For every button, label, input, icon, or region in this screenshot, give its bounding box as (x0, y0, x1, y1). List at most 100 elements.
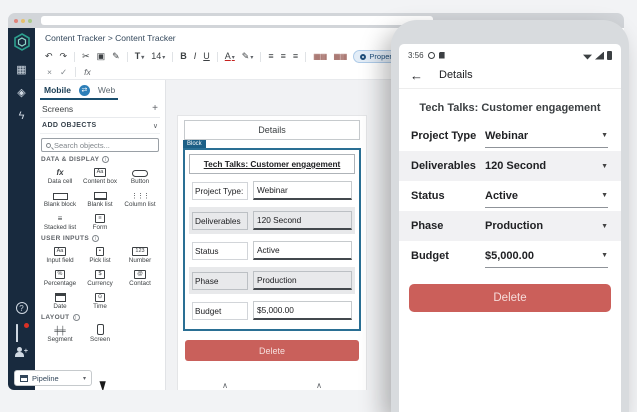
object-number[interactable]: 123 Number (120, 244, 160, 264)
cut-icon[interactable]: ✂ (82, 52, 90, 61)
chevron-up-icon[interactable]: ∧ (222, 381, 228, 390)
field-label[interactable]: Status (192, 241, 248, 260)
object-contact[interactable]: @ Contact (120, 267, 160, 287)
field-label[interactable]: Phase (192, 271, 248, 290)
automations-icon[interactable]: ϟ (19, 111, 25, 122)
align-left-icon[interactable]: ≡ (268, 52, 273, 61)
object-blank-block[interactable]: Blank block (40, 188, 80, 208)
chevron-up-icon[interactable]: ∧ (316, 381, 322, 390)
apps-icon[interactable]: ◈ (17, 88, 25, 99)
font-size-button[interactable]: 14▾ (151, 52, 165, 62)
object-data-cell[interactable]: fx Data cell (40, 165, 80, 186)
field-value[interactable]: 120 Second (253, 211, 352, 230)
redo-icon[interactable]: ↷ (60, 52, 68, 61)
formula-confirm-icon[interactable]: ✓ (60, 67, 67, 78)
object-blank-list[interactable]: Blank list (80, 188, 120, 208)
traffic-light-close[interactable] (14, 18, 18, 23)
block-tag[interactable]: Block (183, 140, 206, 148)
traffic-light-minimize[interactable] (21, 18, 25, 23)
undo-icon[interactable]: ↶ (45, 52, 53, 61)
info-icon[interactable]: i (72, 314, 80, 321)
field-label[interactable]: Project Type: (192, 181, 248, 200)
add-objects-label: ADD OBJECTS (42, 122, 97, 129)
field-value[interactable]: $5,000.00 (253, 301, 352, 320)
field-dropdown[interactable]: Active ▼ (485, 184, 608, 208)
copy-icon[interactable]: ▣ (97, 52, 106, 61)
objects-panel: Mobile ⇄ Web Screens + ADD OBJECTS ∨ DAT… (35, 80, 166, 390)
canvas-screen[interactable]: Details Block Tech Talks: Customer engag… (178, 116, 366, 390)
field-label[interactable]: Budget (192, 301, 248, 320)
font-family-button[interactable]: T▾ (135, 52, 145, 62)
phone-field-row: Project Type Webinar ▼ (399, 121, 621, 151)
canvas-field-row[interactable]: Deliverables 120 Second (189, 207, 355, 234)
browser-tab[interactable] (41, 16, 433, 25)
dropdown-caret-icon: ▼ (601, 222, 608, 230)
object-segment[interactable]: ╪╪ Segment (40, 323, 80, 344)
object-percentage[interactable]: % Percentage (40, 267, 80, 287)
help-icon[interactable]: ? (15, 302, 28, 314)
tab-web[interactable]: Web (98, 85, 115, 95)
object-date[interactable]: Date (40, 290, 80, 310)
honeycode-logo-icon[interactable] (13, 33, 31, 51)
notifications-bell-icon[interactable] (16, 323, 29, 342)
field-dropdown[interactable]: $5,000.00 ▼ (485, 244, 608, 268)
canvas-field-row[interactable]: Phase Production (189, 267, 355, 294)
object-button[interactable]: Button (120, 165, 160, 185)
search-icon (46, 142, 51, 148)
format-painter-icon[interactable]: ✎ (112, 52, 120, 61)
align-center-icon[interactable]: ≡ (281, 52, 286, 61)
object-form[interactable]: ≡ Form (80, 211, 120, 231)
highlight-color-button[interactable]: ✎▾ (242, 52, 254, 62)
grid-fill-icon[interactable]: ▦▦ (333, 52, 347, 61)
number-icon: 123 (132, 246, 148, 256)
grid-borders-icon[interactable]: ▦▦ (313, 52, 327, 61)
object-currency[interactable]: $ Currency (80, 267, 120, 287)
segment-icon: ╪╪ (54, 326, 66, 335)
share-users-icon[interactable]: + (15, 347, 28, 358)
object-content-box[interactable]: Aa Content box (80, 165, 120, 185)
object-screen[interactable]: Screen (80, 323, 120, 343)
object-input-field[interactable]: Aa Input field (40, 244, 80, 264)
traffic-light-zoom[interactable] (28, 18, 32, 23)
field-value[interactable]: Production (253, 271, 352, 290)
phone-delete-button[interactable]: Delete (409, 284, 611, 312)
field-value[interactable]: Active (253, 241, 352, 260)
field-dropdown[interactable]: 120 Second ▼ (485, 154, 608, 178)
canvas-field-row[interactable]: Project Type: Webinar (189, 177, 355, 204)
platform-sync-icon[interactable]: ⇄ (78, 84, 90, 96)
back-arrow-icon[interactable]: ← (410, 68, 423, 83)
text-color-button[interactable]: A▾ (225, 52, 235, 62)
object-column-list[interactable]: ⋮⋮⋮ Column list (120, 188, 160, 208)
add-objects-header[interactable]: ADD OBJECTS ∨ (40, 118, 160, 134)
table-selector[interactable]: Pipeline ▾ (14, 370, 92, 386)
add-screen-button[interactable]: + (152, 103, 158, 114)
canvas-field-row[interactable]: Budget $5,000.00 (189, 297, 355, 324)
field-label[interactable]: Deliverables (192, 211, 248, 230)
info-icon[interactable]: i (102, 156, 110, 163)
underline-button[interactable]: U (203, 52, 210, 61)
search-input[interactable] (54, 140, 154, 150)
breadcrumb[interactable]: Content Tracker > Content Tracker (45, 33, 176, 43)
tab-mobile[interactable]: Mobile (44, 85, 71, 95)
field-dropdown[interactable]: Production ▼ (485, 214, 608, 238)
object-time[interactable]: ⊙ Time (80, 290, 120, 310)
selected-block[interactable]: Block Tech Talks: Customer engagement Pr… (183, 140, 361, 331)
field-value[interactable]: Webinar (253, 181, 352, 200)
column-list-icon: ⋮⋮⋮ (131, 193, 150, 200)
canvas-screen-title[interactable]: Details (184, 120, 360, 140)
section-title-layout: LAYOUT i (41, 314, 159, 321)
canvas-field-row[interactable]: Status Active (189, 237, 355, 264)
canvas-delete-button[interactable]: Delete (185, 340, 359, 361)
object-stacked-list[interactable]: ≡ Stacked list (40, 211, 80, 232)
field-dropdown[interactable]: Webinar ▼ (485, 124, 608, 148)
formula-cancel-icon[interactable]: × (47, 67, 52, 77)
screens-label[interactable]: Screens (42, 104, 73, 114)
object-pick-list[interactable]: ▪ Pick list (80, 244, 120, 264)
canvas-record-title[interactable]: Tech Talks: Customer engagement (189, 154, 355, 174)
bold-button[interactable]: B (180, 52, 187, 61)
align-right-icon[interactable]: ≡ (293, 52, 298, 61)
info-icon[interactable]: i (92, 235, 100, 242)
tables-icon[interactable]: ▦ (16, 65, 26, 76)
table-icon (20, 374, 28, 382)
italic-button[interactable]: I (194, 52, 197, 61)
